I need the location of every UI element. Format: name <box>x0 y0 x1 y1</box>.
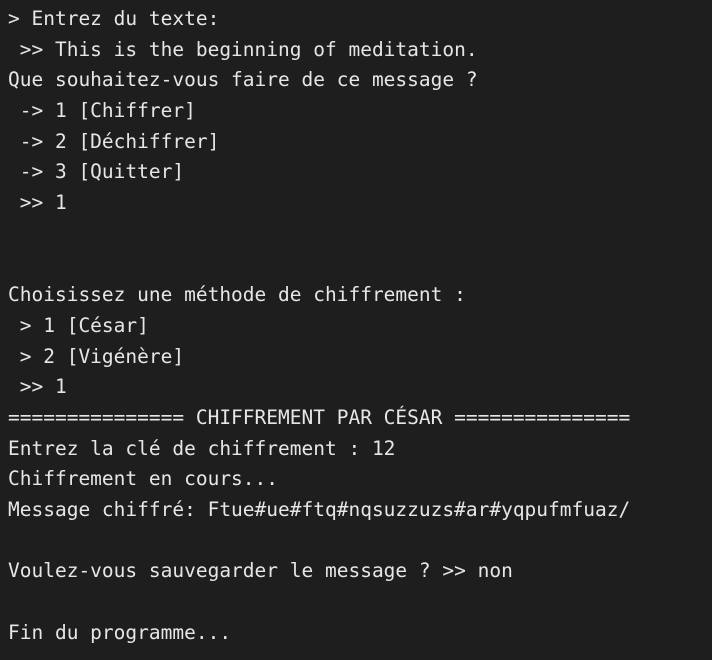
encrypted-message: Message chiffré: Ftue#ue#ftq#nqsuzzuzs#a… <box>8 498 631 521</box>
method-option-vigenere: > 2 [Vigénère] <box>8 344 185 368</box>
prompt-method-question: Choisissez une méthode de chiffrement : <box>8 283 466 307</box>
prompt-enter-text: > Entrez du texte: <box>8 7 220 30</box>
user-choice-action: >> 1 <box>8 191 67 215</box>
terminal-output[interactable]: > Entrez du texte: >> This is the beginn… <box>0 0 712 660</box>
section-header-cesar: =============== CHIFFREMENT PAR CÉSAR ==… <box>8 405 631 429</box>
user-input-text: >> This is the beginning of meditation. <box>8 37 478 61</box>
method-option-cesar: > 1 [César] <box>8 313 149 337</box>
prompt-action-question: Que souhaitez-vous faire de ce message ? <box>8 68 478 92</box>
menu-option-decrypt: -> 2 [Déchiffrer] <box>8 129 220 153</box>
prompt-save: Voulez-vous sauvegarder le message ? >> … <box>8 559 513 583</box>
user-choice-method: >> 1 <box>8 375 67 399</box>
prompt-key: Entrez la clé de chiffrement : 12 <box>8 436 396 460</box>
end-message: Fin du programme... <box>8 620 232 644</box>
status-encrypting: Chiffrement en cours... <box>8 467 279 491</box>
menu-option-encrypt: -> 1 [Chiffrer] <box>8 99 196 123</box>
menu-option-quit: -> 3 [Quitter] <box>8 160 185 184</box>
